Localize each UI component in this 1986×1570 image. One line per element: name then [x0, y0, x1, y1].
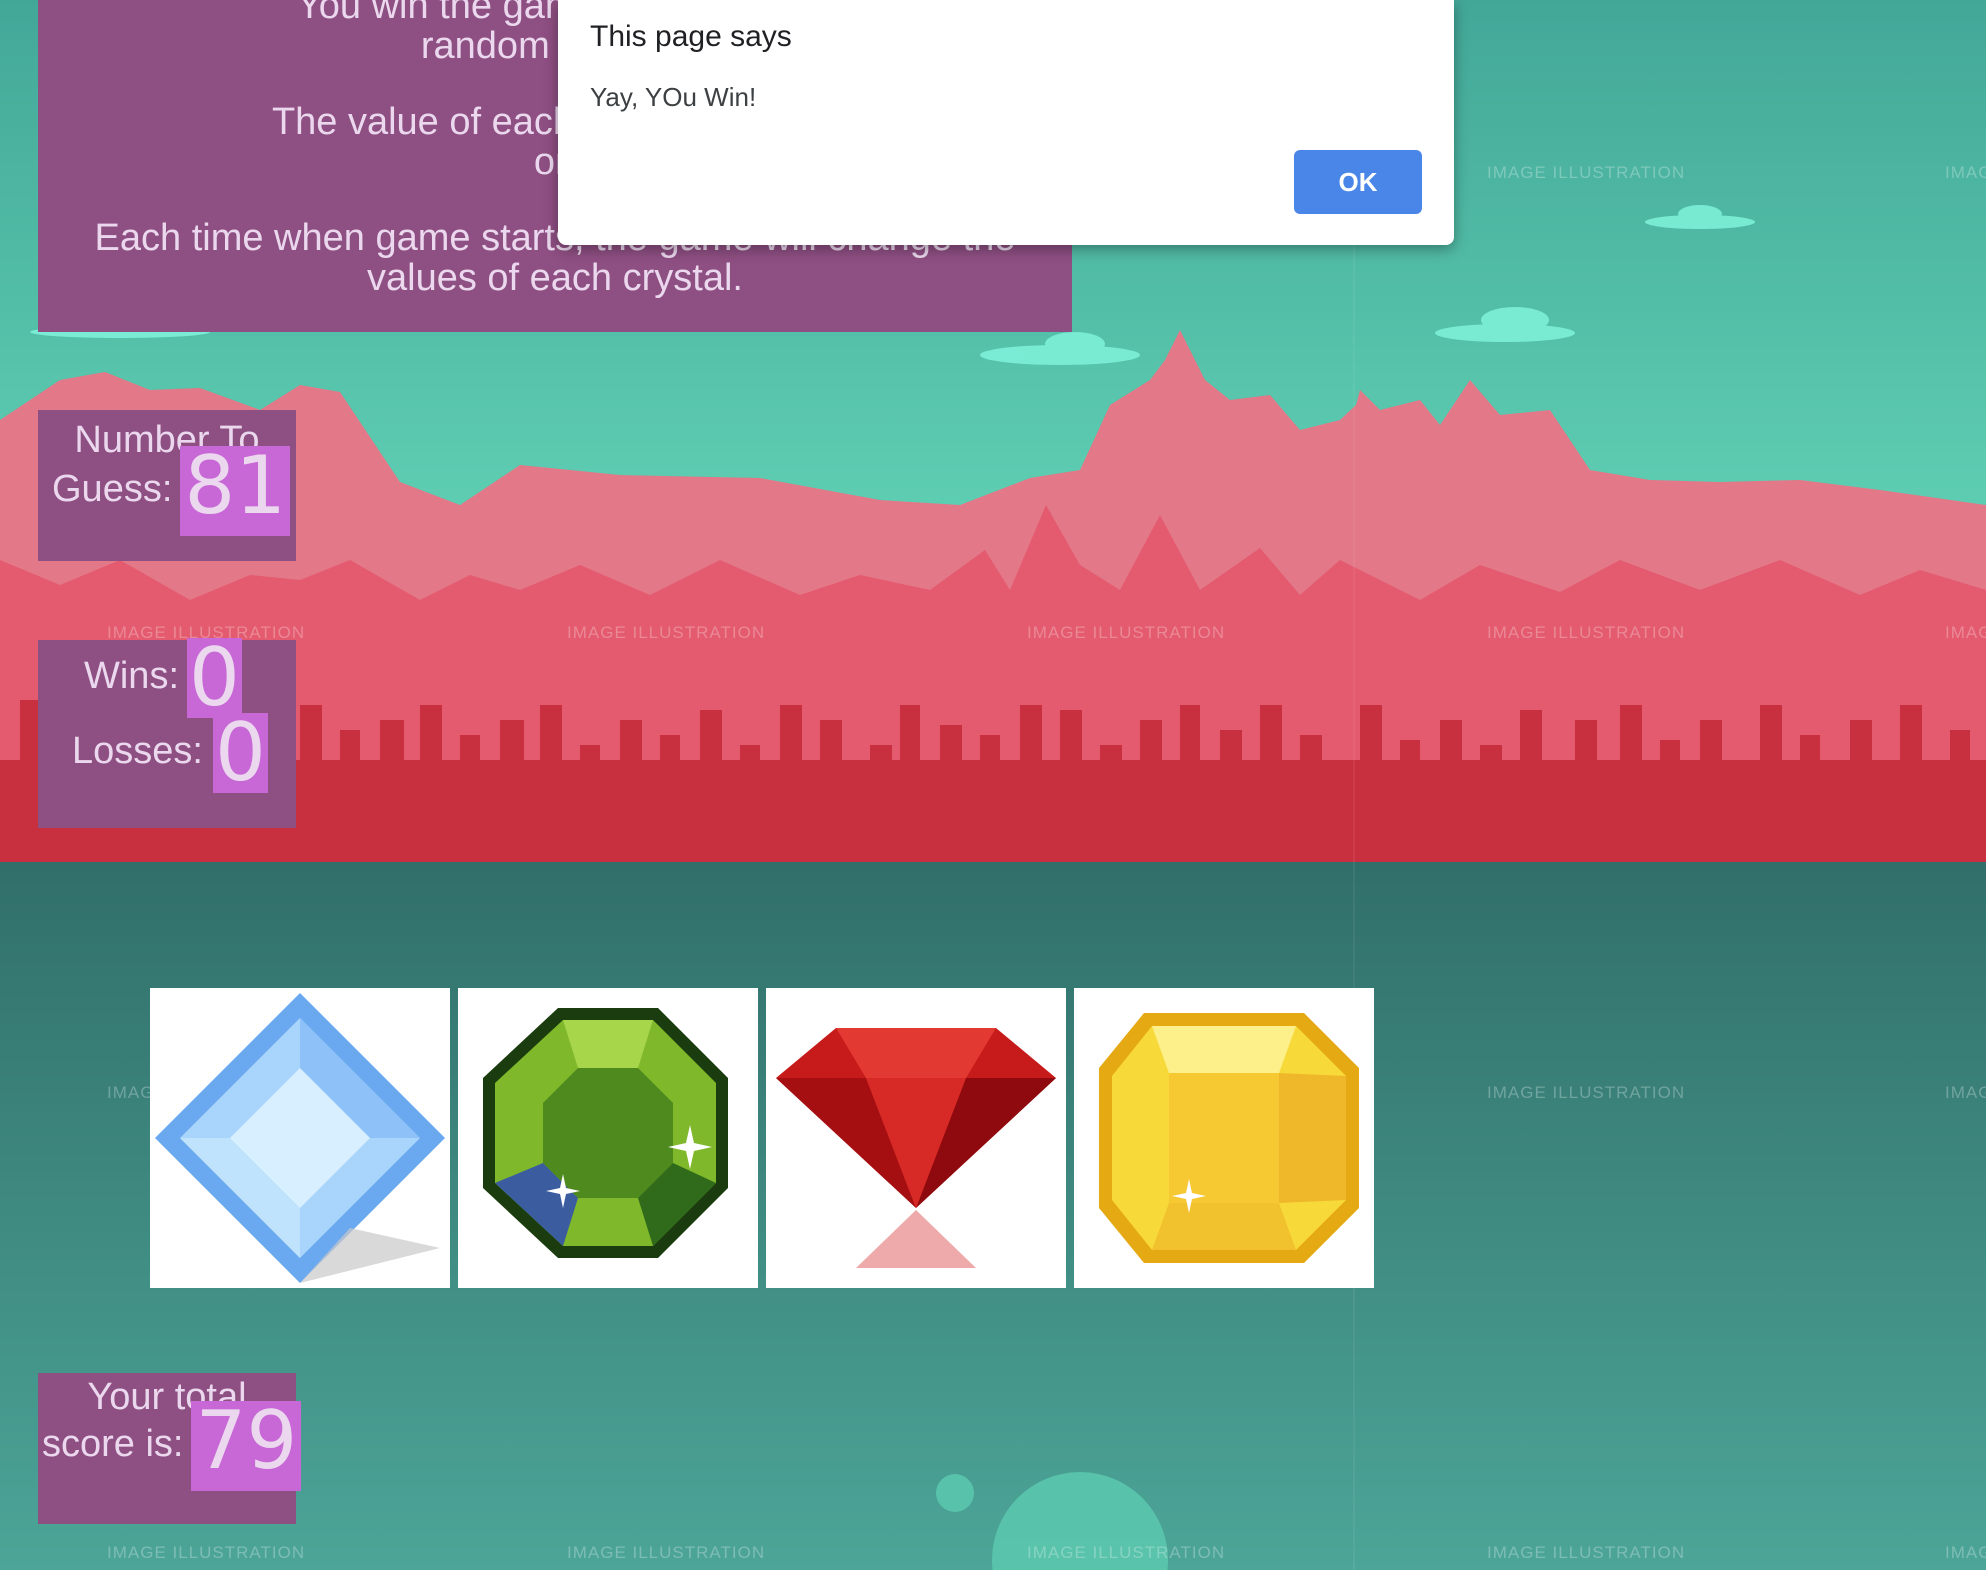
- losses-row: Losses: 0: [72, 713, 268, 793]
- target-label-bottom: Guess:: [52, 468, 173, 511]
- alert-dialog: This page says Yay, YOu Win! OK: [558, 0, 1454, 245]
- score-label-row: score is: 79: [42, 1401, 302, 1491]
- score-label-bottom: score is:: [42, 1423, 184, 1466]
- target-number-value: 81: [180, 446, 291, 536]
- dialog-message: Yay, YOu Win!: [590, 82, 757, 112]
- total-score-panel: Your total score is: 79: [38, 1373, 302, 1524]
- crystal-red-button[interactable]: [766, 988, 1066, 1288]
- red-ruby-icon: [776, 1028, 1056, 1268]
- svg-text:IMAG: IMAG: [1945, 163, 1986, 182]
- crystal-yellow-button[interactable]: [1074, 988, 1374, 1288]
- svg-text:IMAG: IMAG: [1945, 1083, 1986, 1102]
- instructions-line-3b: values of each crystal.: [367, 257, 743, 299]
- losses-value: 0: [212, 706, 268, 799]
- svg-text:IMAG: IMAG: [1945, 623, 1986, 642]
- crystal-blue-button[interactable]: [150, 988, 450, 1288]
- svg-text:IMAGE ILLUSTRATION: IMAGE ILLUSTRATION: [1027, 1543, 1225, 1562]
- svg-text:IMAGE ILLUSTRATION: IMAGE ILLUSTRATION: [1487, 163, 1685, 182]
- target-number-panel: Number To Guess: 81: [38, 410, 296, 561]
- svg-text:IMAGE ILLUSTRATION: IMAGE ILLUSTRATION: [1027, 623, 1225, 642]
- svg-text:IMAGE ILLUSTRATION: IMAGE ILLUSTRATION: [567, 1543, 765, 1562]
- svg-text:IMAGE ILLUSTRATION: IMAGE ILLUSTRATION: [1487, 1543, 1685, 1562]
- svg-text:IMAGE ILLUSTRATION: IMAGE ILLUSTRATION: [1487, 1083, 1685, 1102]
- blue-diamond-icon: [155, 993, 445, 1283]
- target-label-row: Guess: 81: [52, 446, 291, 536]
- svg-text:IMAGE ILLUSTRATION: IMAGE ILLUSTRATION: [567, 623, 765, 642]
- dialog-title: This page says: [590, 20, 792, 53]
- yellow-topaz-icon: [1099, 1013, 1359, 1263]
- wins-label: Wins:: [84, 655, 179, 698]
- ok-button[interactable]: OK: [1294, 150, 1422, 214]
- losses-label: Losses:: [72, 730, 203, 773]
- green-octagon-gem-icon: [483, 1008, 728, 1258]
- svg-text:IMAG: IMAG: [1945, 1543, 1986, 1562]
- svg-text:IMAG: IMAG: [107, 1083, 154, 1102]
- svg-text:IMAGE ILLUSTRATION: IMAGE ILLUSTRATION: [1487, 623, 1685, 642]
- crystal-green-button[interactable]: [458, 988, 758, 1288]
- record-panel: Wins: 0 Losses: 0: [38, 638, 296, 828]
- svg-text:IMAGE ILLUSTRATION: IMAGE ILLUSTRATION: [107, 1543, 305, 1562]
- total-score-value: 79: [191, 1401, 302, 1491]
